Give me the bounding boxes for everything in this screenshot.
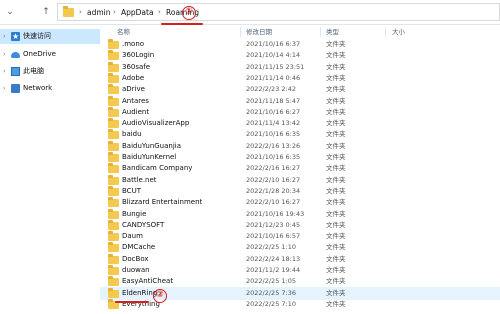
file-modified-date: 2022/2/25 7:10 [246, 299, 296, 308]
up-arrow-icon[interactable]: ↑ [40, 6, 52, 18]
folder-icon [108, 84, 119, 95]
computer-icon [11, 67, 20, 76]
sidebar-item-label: Network [23, 84, 53, 92]
folder-icon [108, 72, 119, 83]
folder-icon [108, 39, 119, 49]
address-bar[interactable]: › admin › AppData › Roaming [57, 3, 500, 21]
sidebar-item-label: OneDrive [23, 50, 56, 58]
breadcrumb-separator: › [113, 8, 116, 16]
folder-icon [108, 106, 119, 117]
annotation-marker: ① [182, 6, 196, 20]
chevron-right-icon[interactable]: › [3, 47, 5, 62]
folder-icon [108, 197, 119, 208]
folder-icon [108, 231, 119, 242]
folder-icon [108, 265, 119, 275]
folder-icon [108, 253, 119, 264]
annotation-underline [115, 301, 149, 303]
sidebar-item-quick-access[interactable]: › 快速访问 [0, 29, 100, 44]
folder-icon [108, 242, 119, 253]
column-divider[interactable] [240, 27, 241, 37]
navigation-pane: › 快速访问 › OneDrive › 此电脑 › Network [0, 26, 100, 314]
column-divider[interactable] [320, 27, 321, 37]
cloud-icon [11, 52, 20, 58]
annotation-marker: ② [153, 289, 167, 303]
column-divider[interactable] [385, 27, 386, 37]
folder-icon [108, 95, 119, 106]
column-header-type[interactable]: 类型 [326, 26, 339, 38]
breadcrumb-separator: › [79, 8, 82, 16]
folder-icon [63, 6, 74, 17]
chevron-down-icon[interactable]: ⌄ [4, 6, 16, 18]
breadcrumb-separator: › [158, 8, 161, 16]
folder-icon [108, 50, 119, 61]
folder-icon [108, 61, 119, 72]
column-header-date[interactable]: 修改日期 [246, 26, 272, 38]
folder-icon [108, 287, 119, 298]
chevron-right-icon[interactable]: › [3, 64, 5, 79]
chevron-right-icon[interactable]: › [3, 81, 5, 96]
folder-icon [108, 276, 119, 287]
folder-icon [108, 152, 119, 162]
quick-access-star-icon [11, 29, 20, 44]
sidebar-item-this-pc[interactable]: › 此电脑 [0, 64, 100, 79]
sidebar-item-label: 此电脑 [23, 67, 44, 75]
breadcrumb-admin[interactable]: admin [87, 7, 111, 18]
sidebar-item-label: 快速访问 [23, 32, 51, 40]
file-list: .mono 2021/10/16 6:37 文件夹 360Login 2021/10/1… [100, 38, 500, 314]
sidebar-item-network[interactable]: › Network [0, 81, 100, 96]
folder-icon [108, 118, 119, 129]
network-icon [11, 84, 20, 93]
folder-icon [108, 174, 119, 185]
column-header-size[interactable]: 大小 [392, 26, 405, 38]
folder-icon [108, 185, 119, 196]
folder-icon [108, 219, 119, 230]
breadcrumb-appdata[interactable]: AppData [121, 7, 154, 18]
column-header-name[interactable]: 名称 [117, 26, 130, 38]
file-type: 文件夹 [326, 299, 346, 308]
folder-icon [108, 163, 119, 174]
folder-icon [108, 129, 119, 140]
folder-icon [108, 208, 119, 219]
sidebar-item-onedrive[interactable]: › OneDrive [0, 47, 100, 62]
chevron-right-icon[interactable]: › [3, 29, 5, 44]
folder-icon [108, 140, 119, 151]
annotation-underline [161, 23, 203, 25]
address-toolbar: ⌄ ↑ › admin › AppData › Roaming [0, 0, 500, 25]
